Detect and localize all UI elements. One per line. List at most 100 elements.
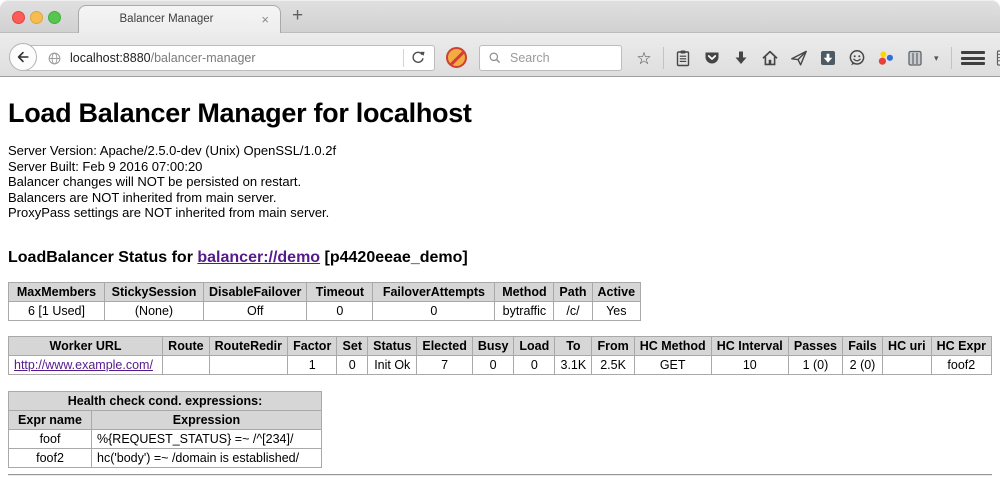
globe-icon (46, 50, 63, 67)
load-cell: 0 (514, 355, 555, 374)
failoverattempts-cell: 0 (373, 301, 495, 320)
active-cell: Yes (592, 301, 641, 320)
worker-table: Worker URL Route RouteRedir Factor Set S… (8, 336, 992, 375)
hc-uri-cell (883, 355, 932, 374)
table-header-row: Worker URL Route RouteRedir Factor Set S… (9, 336, 992, 355)
factor-cell: 1 (288, 355, 337, 374)
from-cell: 2.5K (592, 355, 634, 374)
col-header: Status (368, 336, 417, 355)
back-button[interactable] (9, 43, 37, 71)
health-check-table: Health check cond. expressions: Expr nam… (8, 391, 322, 468)
server-version-line: Server Version: Apache/2.5.0-dev (Unix) … (8, 143, 992, 159)
col-header: Factor (288, 336, 337, 355)
worker-url-link[interactable]: http://www.example.com/ (14, 358, 153, 372)
clipboard-icon[interactable] (673, 48, 693, 68)
method-cell: bytraffic (495, 301, 554, 320)
col-header: Path (554, 282, 592, 301)
col-header: HC Method (634, 336, 711, 355)
search-bar[interactable] (479, 45, 622, 71)
toolbar-icons: ☆ (634, 45, 1000, 71)
to-cell: 3.1K (555, 355, 592, 374)
expression-cell: %{REQUEST_STATUS} =~ /^[234]/ (92, 429, 322, 448)
chevron-down-icon[interactable]: ▾ (934, 53, 942, 64)
table-row: foof2 hc('body') =~ /domain is establish… (9, 448, 322, 467)
chat-smiley-icon[interactable] (847, 48, 867, 68)
page-title: Load Balancer Manager for localhost (8, 98, 992, 129)
col-header: Worker URL (9, 336, 163, 355)
col-header: Load (514, 336, 555, 355)
window-zoom-button[interactable] (48, 11, 61, 24)
browser-window: Balancer Manager × + localhost:8880/bala… (0, 0, 1000, 491)
menu-hamburger-icon[interactable] (961, 48, 985, 68)
pocket-icon[interactable] (702, 48, 722, 68)
table-row: http://www.example.com/ 1 0 Init Ok 7 0 … (9, 355, 992, 374)
tab-close-icon[interactable]: × (261, 12, 269, 27)
table-header-row: MaxMembers StickySession DisableFailover… (9, 282, 641, 301)
loadbalancer-status-heading: LoadBalancer Status for balancer://demo … (8, 249, 992, 267)
new-tab-button[interactable]: + (292, 5, 303, 27)
status-heading-suffix: [p4420eeae_demo] (320, 249, 468, 266)
col-header: MaxMembers (9, 282, 105, 301)
url-text[interactable]: localhost:8880/balancer-manager (70, 51, 403, 65)
status-cell: Init Ok (368, 355, 417, 374)
worker-url-cell: http://www.example.com/ (9, 355, 163, 374)
health-table-title: Health check cond. expressions: (9, 391, 322, 410)
routeredir-cell (209, 355, 287, 374)
proxypass-notice-line: ProxyPass settings are NOT inherited fro… (8, 205, 992, 221)
colored-dots-addon-icon[interactable] (876, 48, 896, 68)
hc-interval-cell: 10 (711, 355, 788, 374)
container-addon-icon[interactable] (905, 48, 925, 68)
page-thumbnail-icon[interactable] (994, 48, 1000, 68)
download-arrow-icon[interactable] (731, 48, 751, 68)
table-row: 6 [1 Used] (None) Off 0 0 bytraffic /c/ … (9, 301, 641, 320)
window-close-button[interactable] (12, 11, 25, 24)
tab-balancer-manager[interactable]: Balancer Manager × (78, 5, 281, 33)
url-path: /balancer-manager (151, 51, 256, 65)
hc-method-cell: GET (634, 355, 711, 374)
tab-title: Balancer Manager (79, 13, 254, 25)
timeout-cell: 0 (307, 301, 373, 320)
col-header: Route (163, 336, 210, 355)
set-cell: 0 (337, 355, 368, 374)
maxmembers-cell: 6 [1 Used] (9, 301, 105, 320)
col-header: RouteRedir (209, 336, 287, 355)
toolbar-separator (663, 47, 664, 69)
search-icon (487, 50, 503, 66)
home-icon[interactable] (760, 48, 780, 68)
col-header: HC Expr (931, 336, 991, 355)
addon-download-square-icon[interactable] (818, 48, 838, 68)
reload-icon[interactable] (410, 50, 426, 66)
url-domain: localhost:8880 (70, 51, 151, 65)
col-header: To (555, 336, 592, 355)
col-header: StickySession (105, 282, 204, 301)
server-info: Server Version: Apache/2.5.0-dev (Unix) … (8, 143, 992, 221)
col-header: FailoverAttempts (373, 282, 495, 301)
col-header: Elected (417, 336, 472, 355)
navigation-toolbar: localhost:8880/balancer-manager ☆ (0, 33, 1000, 77)
toolbar-separator (951, 47, 952, 69)
col-header: Method (495, 282, 554, 301)
disablefailover-cell: Off (204, 301, 307, 320)
hc-expr-cell: foof2 (931, 355, 991, 374)
path-cell: /c/ (554, 301, 592, 320)
table-header-row: Expr name Expression (9, 410, 322, 429)
busy-cell: 0 (472, 355, 514, 374)
elected-cell: 7 (417, 355, 472, 374)
col-header: Active (592, 282, 641, 301)
col-header: Passes (788, 336, 842, 355)
status-heading-prefix: LoadBalancer Status for (8, 249, 197, 266)
balancer-settings-table: MaxMembers StickySession DisableFailover… (8, 282, 641, 321)
divider (8, 474, 992, 476)
window-minimize-button[interactable] (30, 11, 43, 24)
balancer-demo-link[interactable]: balancer://demo (197, 249, 320, 266)
url-bar[interactable]: localhost:8880/balancer-manager (23, 45, 435, 71)
bookmark-star-icon[interactable]: ☆ (634, 48, 654, 68)
search-input[interactable] (508, 50, 621, 66)
stickysession-cell: (None) (105, 301, 204, 320)
col-header: Expression (92, 410, 322, 429)
plugin-blocked-icon[interactable] (446, 47, 467, 68)
table-row: foof %{REQUEST_STATUS} =~ /^[234]/ (9, 429, 322, 448)
send-plane-icon[interactable] (789, 48, 809, 68)
col-header: HC Interval (711, 336, 788, 355)
col-header: Busy (472, 336, 514, 355)
